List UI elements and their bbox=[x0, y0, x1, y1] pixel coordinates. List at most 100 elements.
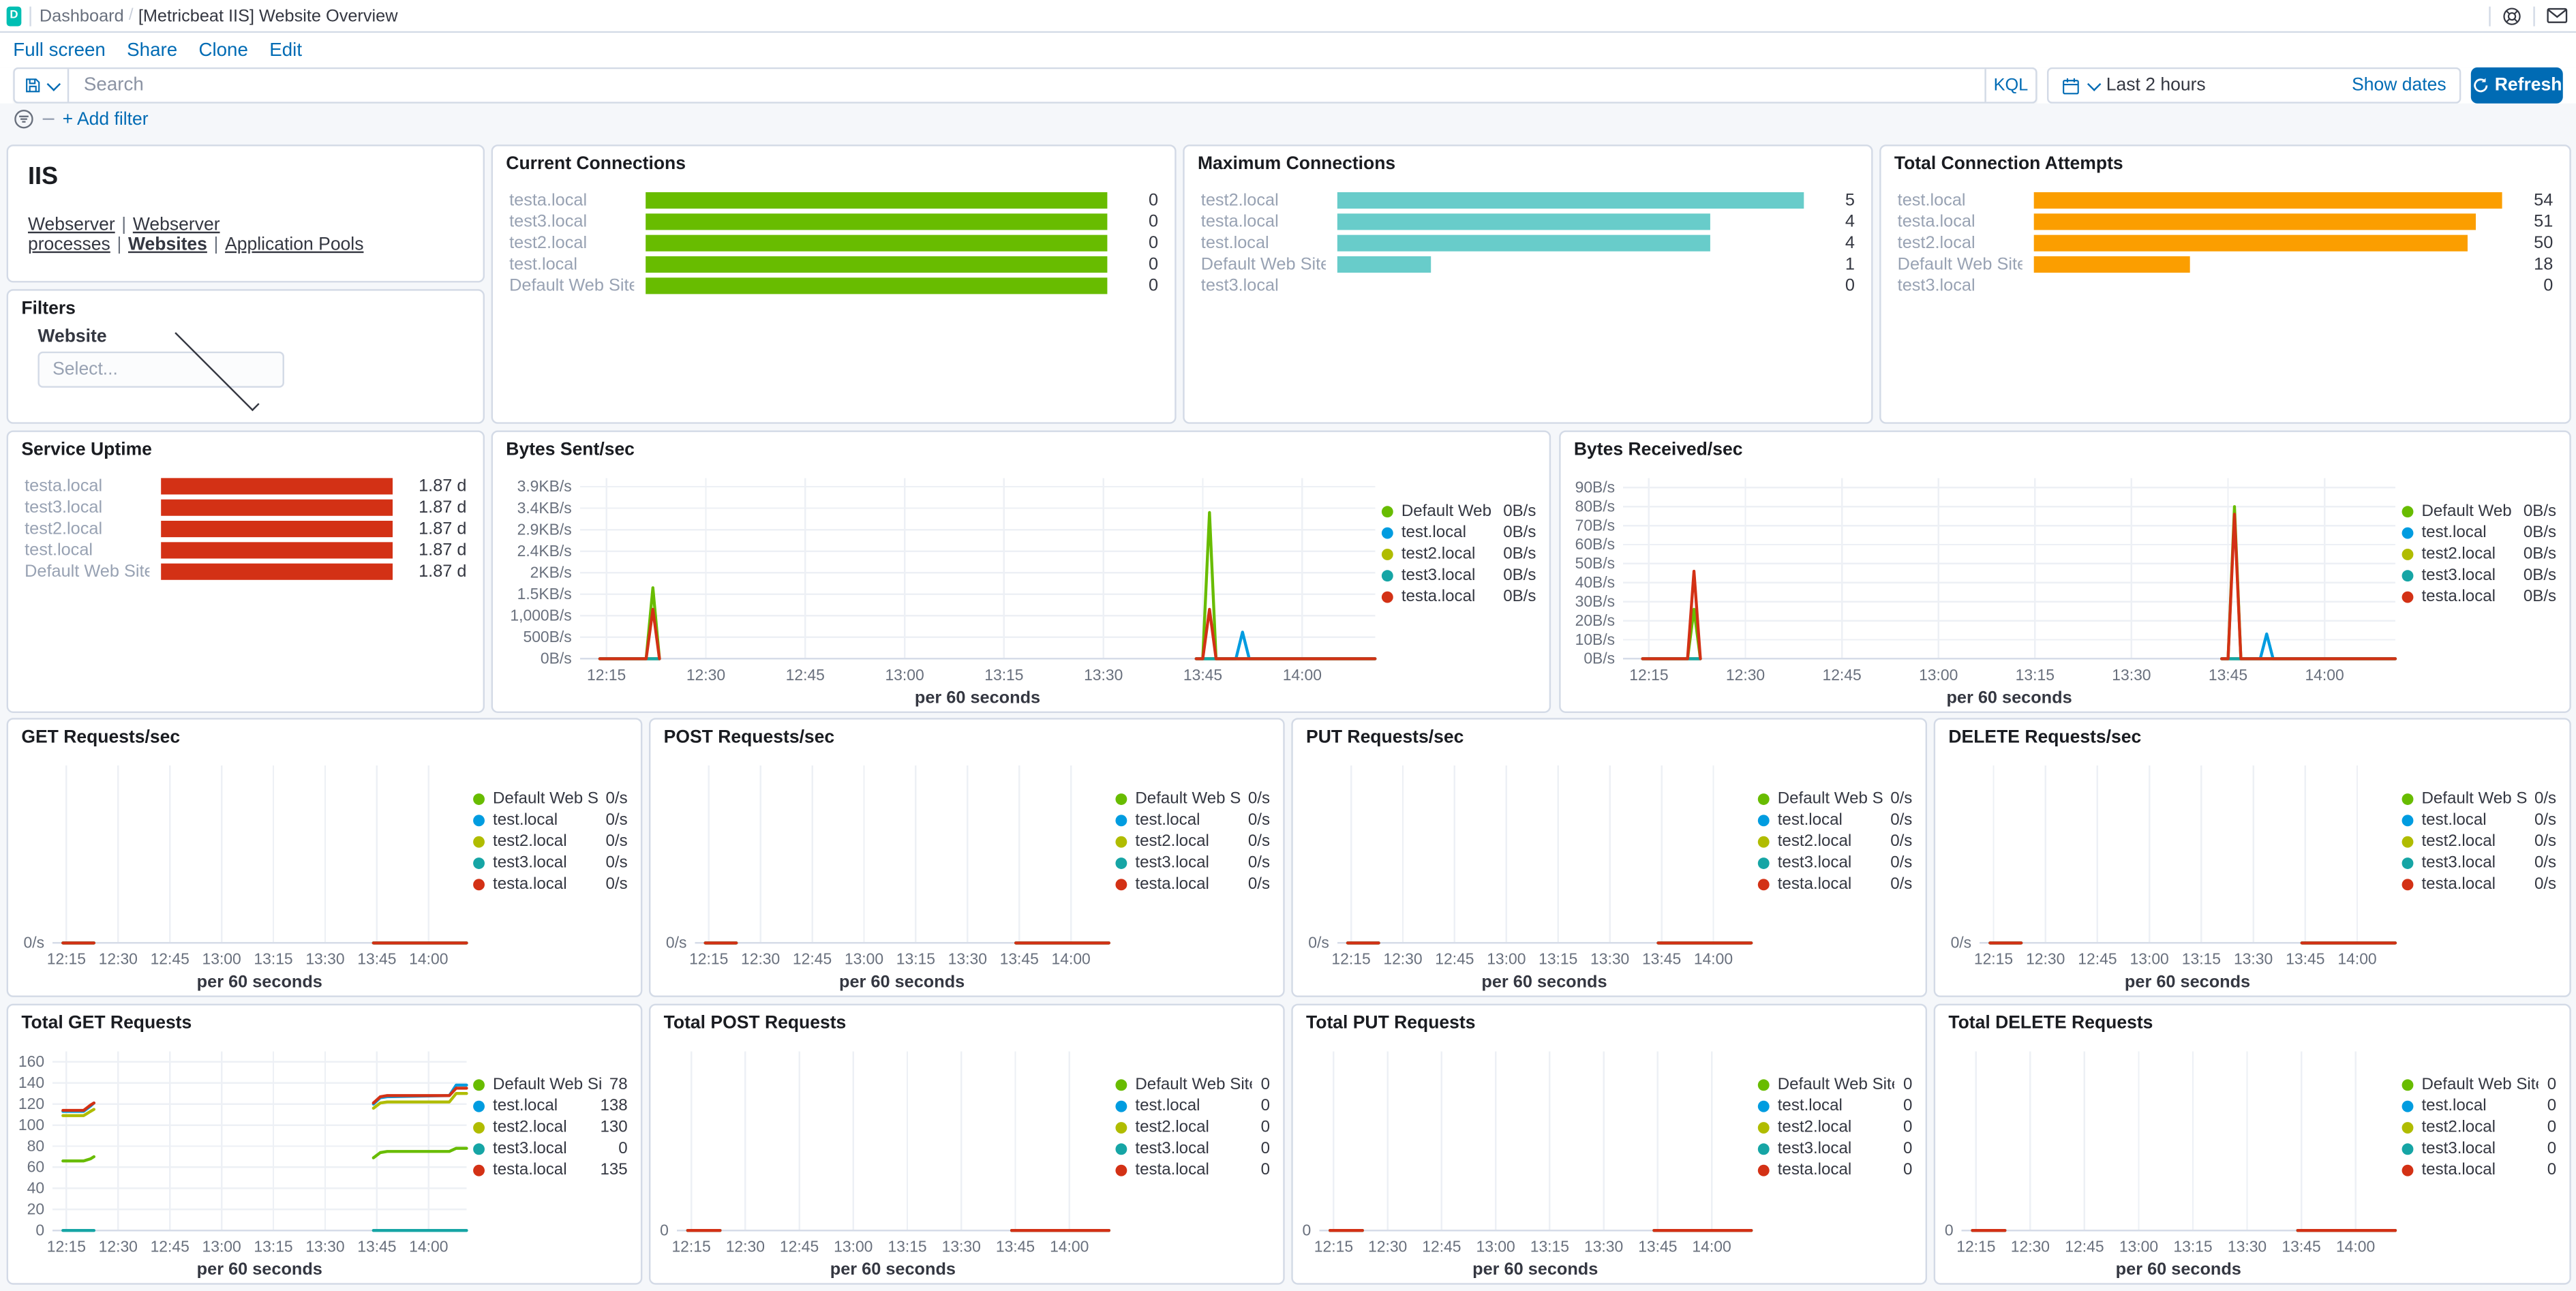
legend-item[interactable]: test.local 0B/s bbox=[1381, 523, 1536, 541]
legend-item[interactable]: test.local 138 bbox=[473, 1097, 628, 1114]
legend-item[interactable]: Default Web Site 0 bbox=[1115, 1075, 1270, 1093]
bar-track[interactable] bbox=[1337, 191, 1804, 208]
plot-area[interactable]: 0/s 12:15 12:30 12:45 13:00 13:15 13:30 13:45 14… bbox=[1939, 749, 2402, 992]
legend-item[interactable]: Default Web Site 78 bbox=[473, 1075, 628, 1093]
saved-query-button[interactable] bbox=[15, 69, 70, 102]
legend-item[interactable]: testa.local 0/s bbox=[1115, 875, 1270, 893]
add-filter-button[interactable]: + Add filter bbox=[63, 109, 149, 129]
full-screen-link[interactable]: Full screen bbox=[13, 40, 106, 60]
legend-item[interactable]: test2.local 0/s bbox=[1757, 832, 1912, 850]
legend-item[interactable]: testa.local 0B/s bbox=[2401, 588, 2556, 605]
bar-track[interactable] bbox=[1337, 213, 1804, 230]
legend-item[interactable]: Default Web Site 0/s bbox=[1115, 789, 1270, 808]
bar-track[interactable] bbox=[646, 191, 1108, 208]
plot-area[interactable]: 0 12:15 12:30 12:45 13:00 13:15 13:30 13:45 14:0… bbox=[654, 1035, 1115, 1279]
plot-area[interactable]: 0 20 40 60 80 100 120 140 160 12:15 12:30 12:45 13:0… bbox=[12, 1035, 473, 1279]
legend-item[interactable]: Default Web Site 0 bbox=[1757, 1075, 1912, 1093]
mail-icon[interactable] bbox=[2543, 3, 2570, 29]
legend-item[interactable]: test3.local 0/s bbox=[2401, 853, 2556, 872]
legend-item[interactable]: test3.local 0 bbox=[473, 1139, 628, 1157]
legend-item[interactable]: test2.local 0 bbox=[1757, 1118, 1912, 1136]
edit-link[interactable]: Edit bbox=[269, 40, 302, 60]
help-icon[interactable] bbox=[2499, 3, 2526, 29]
legend-item[interactable]: Default Web Site 0B/s bbox=[1381, 502, 1536, 520]
breadcrumb[interactable]: Dashboard bbox=[40, 5, 124, 25]
legend-item[interactable]: Default Web Site 0/s bbox=[1757, 789, 1912, 808]
bar-track[interactable] bbox=[646, 255, 1108, 272]
plot-area[interactable]: 0 12:15 12:30 12:45 13:00 13:15 13:30 13:45 14:0… bbox=[1939, 1035, 2402, 1279]
plot-area[interactable]: 0/s 12:15 12:30 12:45 13:00 13:15 13:30 13:45 14… bbox=[654, 749, 1115, 992]
legend-item[interactable]: testa.local 0/s bbox=[1757, 875, 1912, 893]
legend-item[interactable]: testa.local 0/s bbox=[2401, 875, 2556, 893]
plot-area[interactable]: 0/s 12:15 12:30 12:45 13:00 13:15 13:30 13:45 14… bbox=[1297, 749, 1758, 992]
website-select[interactable]: Select... bbox=[37, 326, 284, 411]
bar-track[interactable] bbox=[646, 213, 1108, 230]
bar-track[interactable] bbox=[161, 562, 393, 579]
legend-item[interactable]: test.local 0/s bbox=[1757, 810, 1912, 829]
legend-item[interactable]: test.local 0/s bbox=[2401, 810, 2556, 829]
legend-item[interactable]: test3.local 0 bbox=[1757, 1139, 1912, 1157]
iis-link-application-pools[interactable]: Application Pools bbox=[225, 235, 363, 255]
kql-button[interactable]: KQL bbox=[1984, 69, 2035, 102]
legend-item[interactable]: test.local 0 bbox=[2401, 1097, 2556, 1114]
legend-item[interactable]: test2.local 0B/s bbox=[1381, 545, 1536, 562]
legend-item[interactable]: test3.local 0B/s bbox=[1381, 566, 1536, 584]
bar-track[interactable] bbox=[1337, 255, 1804, 272]
legend-item[interactable]: testa.local 0 bbox=[1115, 1161, 1270, 1179]
bar-track[interactable] bbox=[1337, 234, 1804, 251]
legend-item[interactable]: Default Web Site 0 bbox=[2401, 1075, 2556, 1093]
bar-track[interactable] bbox=[2033, 191, 2502, 208]
legend-item[interactable]: Default Web Site 0/s bbox=[2401, 789, 2556, 808]
iis-link-webserver[interactable]: Webserver bbox=[28, 215, 115, 235]
show-dates-link[interactable]: Show dates bbox=[2352, 76, 2446, 95]
bar-track[interactable] bbox=[646, 234, 1108, 251]
legend-item[interactable]: test.local 0 bbox=[1757, 1097, 1912, 1114]
kibana-logo[interactable]: D bbox=[6, 5, 22, 26]
legend-item[interactable]: testa.local 0B/s bbox=[1381, 588, 1536, 605]
bar-track[interactable] bbox=[161, 498, 393, 515]
bar-track[interactable] bbox=[2034, 277, 2502, 293]
search-input[interactable]: Search bbox=[69, 76, 1984, 95]
legend-item[interactable]: testa.local 0/s bbox=[473, 875, 628, 893]
bar-track[interactable] bbox=[2033, 234, 2502, 251]
legend-item[interactable]: test2.local 130 bbox=[473, 1118, 628, 1136]
bar-track[interactable] bbox=[161, 519, 393, 536]
clone-link[interactable]: Clone bbox=[198, 40, 247, 60]
legend-item[interactable]: test3.local 0/s bbox=[1757, 853, 1912, 872]
bar-track[interactable] bbox=[646, 277, 1108, 294]
legend-item[interactable]: test.local 0B/s bbox=[2401, 523, 2556, 541]
legend-item[interactable]: test3.local 0/s bbox=[473, 853, 628, 872]
legend-item[interactable]: test.local 0 bbox=[1115, 1097, 1270, 1114]
legend-item[interactable]: testa.local 135 bbox=[473, 1161, 628, 1179]
filter-icon[interactable] bbox=[13, 108, 34, 130]
legend-item[interactable]: test3.local 0 bbox=[1115, 1139, 1270, 1157]
bar-track[interactable] bbox=[2033, 255, 2502, 272]
legend-item[interactable]: test3.local 0 bbox=[2401, 1139, 2556, 1157]
bar-track[interactable] bbox=[161, 477, 393, 494]
legend-item[interactable]: test2.local 0/s bbox=[2401, 832, 2556, 850]
bar-track[interactable] bbox=[1337, 277, 1804, 293]
legend-item[interactable]: test2.local 0 bbox=[2401, 1118, 2556, 1136]
plot-area[interactable]: 0/s 12:15 12:30 12:45 13:00 13:15 13:30 13:45 14… bbox=[12, 749, 473, 992]
plot-area[interactable]: 0B/s 500B/s 1,000B/s 1.5KB/s 2KB/s 2.4KB/s 2.9… bbox=[496, 461, 1382, 708]
legend-item[interactable]: testa.local 0 bbox=[2401, 1161, 2556, 1179]
bar-track[interactable] bbox=[161, 541, 393, 558]
legend-item[interactable]: test2.local 0 bbox=[1115, 1118, 1270, 1136]
date-picker[interactable]: Last 2 hours Show dates bbox=[2046, 67, 2461, 104]
legend-item[interactable]: test2.local 0/s bbox=[1115, 832, 1270, 850]
time-range-value[interactable]: Last 2 hours bbox=[2106, 76, 2206, 95]
legend-item[interactable]: Default Web Site 0B/s bbox=[2401, 502, 2556, 520]
legend-item[interactable]: test.local 0/s bbox=[1115, 810, 1270, 829]
share-link[interactable]: Share bbox=[127, 40, 177, 60]
legend-item[interactable]: test3.local 0/s bbox=[1115, 853, 1270, 872]
legend-item[interactable]: test3.local 0B/s bbox=[2401, 566, 2556, 584]
legend-item[interactable]: test2.local 0B/s bbox=[2401, 545, 2556, 562]
refresh-button[interactable]: Refresh bbox=[2470, 67, 2563, 104]
bar-track[interactable] bbox=[2033, 213, 2502, 230]
iis-link-websites[interactable]: Websites bbox=[128, 235, 207, 255]
legend-item[interactable]: Default Web Site 0/s bbox=[473, 789, 628, 808]
legend-item[interactable]: test2.local 0/s bbox=[473, 832, 628, 850]
legend-item[interactable]: testa.local 0 bbox=[1757, 1161, 1912, 1179]
legend-item[interactable]: test.local 0/s bbox=[473, 810, 628, 829]
plot-area[interactable]: 0 12:15 12:30 12:45 13:00 13:15 13:30 13:45 14:0… bbox=[1297, 1035, 1758, 1279]
